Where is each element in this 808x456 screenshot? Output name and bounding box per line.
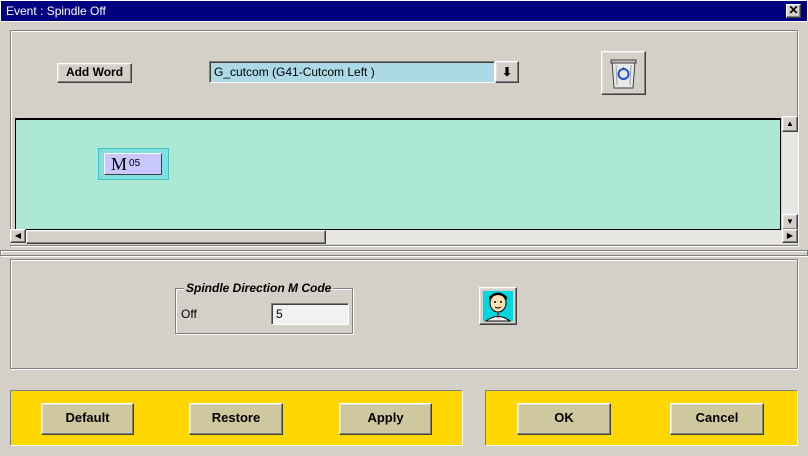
arrow-left-icon: ◀ <box>14 231 22 240</box>
word-chip[interactable]: M 05 <box>104 153 162 175</box>
m-code-field[interactable]: 5 <box>271 303 349 325</box>
word-chip-letter: M <box>111 154 128 174</box>
apply-button[interactable]: Apply <box>339 403 432 435</box>
user-avatar-icon <box>483 291 513 322</box>
delete-button[interactable] <box>601 51 646 95</box>
arrow-down-icon: ▼ <box>786 217 794 226</box>
operator-button[interactable] <box>479 287 517 325</box>
vertical-scrollbar[interactable]: ▲ ▼ <box>782 116 798 230</box>
default-button[interactable]: Default <box>41 403 134 435</box>
word-chip-value: 05 <box>129 158 141 169</box>
title-bar: Event : Spindle Off ✕ <box>0 0 808 22</box>
word-select-value[interactable]: G_cutcom (G41-Cutcom Left ) <box>209 61 495 83</box>
dropdown-button[interactable]: ⬇ <box>495 61 519 83</box>
scroll-thumb[interactable] <box>26 230 326 244</box>
window-title: Event : Spindle Off <box>6 4 106 18</box>
close-icon: ✕ <box>788 3 799 17</box>
chevron-down-icon: ⬇ <box>501 65 513 79</box>
scroll-left-button[interactable]: ◀ <box>10 229 26 243</box>
add-word-button[interactable]: Add Word <box>57 63 132 83</box>
restore-button[interactable]: Restore <box>189 403 283 435</box>
close-button[interactable]: ✕ <box>786 4 801 18</box>
word-select[interactable]: G_cutcom (G41-Cutcom Left ) ⬇ <box>209 61 519 83</box>
arrow-right-icon: ▶ <box>786 231 794 240</box>
group-legend: Spindle Direction M Code <box>184 281 334 295</box>
cancel-button[interactable]: Cancel <box>670 403 764 435</box>
ok-button[interactable]: OK <box>517 403 611 435</box>
scroll-right-button[interactable]: ▶ <box>782 229 798 243</box>
properties-panel <box>10 259 798 369</box>
recycle-bin-icon <box>610 59 637 89</box>
scroll-down-button[interactable]: ▼ <box>782 214 798 230</box>
off-label: Off <box>181 307 197 321</box>
scroll-up-button[interactable]: ▲ <box>782 116 798 132</box>
arrow-up-icon: ▲ <box>786 119 794 128</box>
word-chip-selection[interactable]: M 05 <box>98 148 169 180</box>
horizontal-scrollbar[interactable]: ◀ ▶ <box>10 229 798 244</box>
panel-splitter[interactable] <box>0 250 808 256</box>
